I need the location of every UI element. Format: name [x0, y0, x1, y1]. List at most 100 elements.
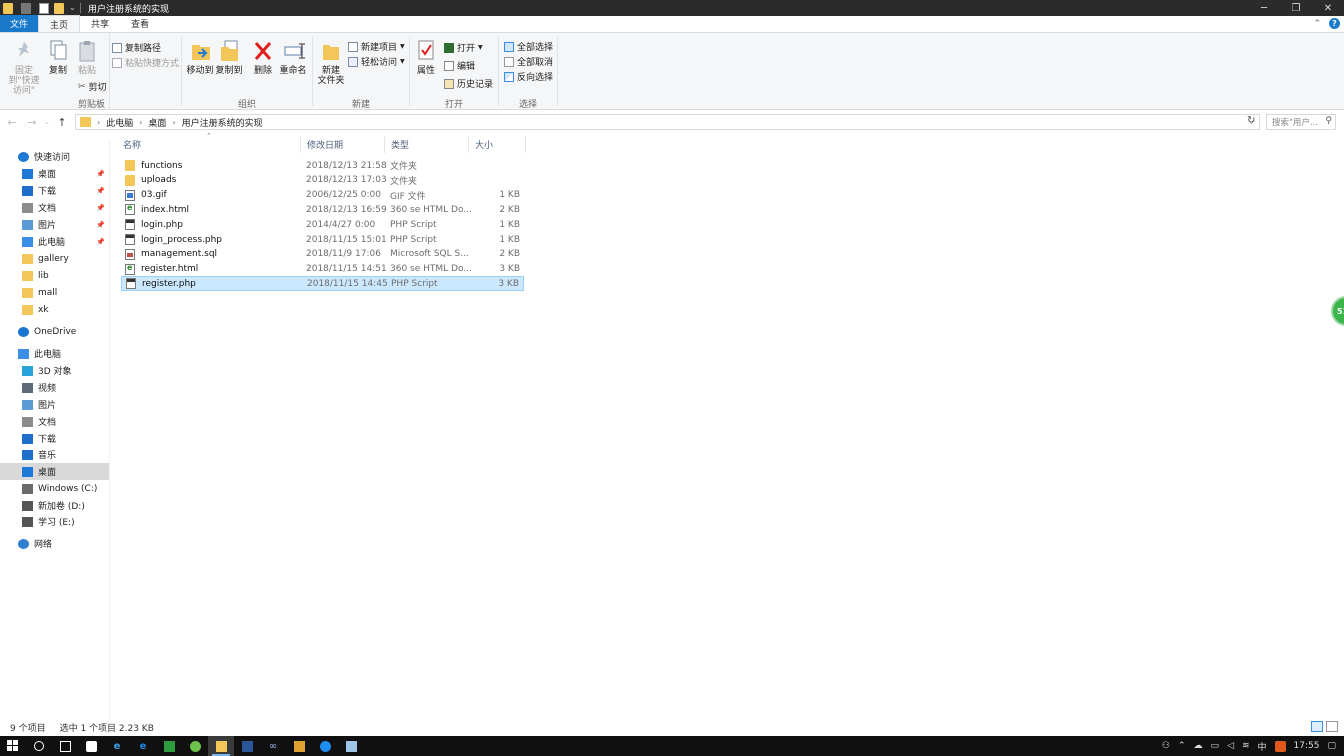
table-row[interactable]: index.html 2018/12/13 16:59360 se HTML Do…	[121, 202, 524, 217]
edge-browser-icon[interactable]: e	[130, 736, 156, 756]
details-view-icon[interactable]	[1311, 721, 1323, 732]
collapse-ribbon-icon[interactable]: ⌃	[1313, 19, 1321, 29]
notepad-icon[interactable]	[338, 736, 364, 756]
column-header-date[interactable]: 修改日期	[302, 136, 385, 153]
copy-to-button[interactable]: 复制到	[214, 39, 244, 76]
qq-browser-icon[interactable]	[312, 736, 338, 756]
history-button[interactable]: 历史记录	[444, 77, 493, 90]
task-view-icon[interactable]	[52, 736, 78, 756]
column-header-type[interactable]: 类型	[386, 136, 469, 153]
browser-360-icon[interactable]	[182, 736, 208, 756]
sidebar-item[interactable]: 网络	[0, 535, 109, 552]
sidebar-item[interactable]: 视频	[0, 379, 109, 396]
recent-locations-button[interactable]: ⌄	[42, 118, 52, 126]
paste-button[interactable]: 粘贴	[72, 39, 102, 76]
table-row[interactable]: register.php 2018/11/15 14:45 PHP Script 3 …	[121, 276, 524, 292]
sogou-ime-icon[interactable]	[1274, 740, 1286, 752]
sidebar-item[interactable]: 图片 📌	[0, 216, 109, 233]
link-app-icon[interactable]: ∞	[260, 736, 286, 756]
sidebar-item[interactable]: xk	[0, 301, 109, 318]
chevron-up-icon[interactable]: ⌃	[1178, 741, 1186, 751]
app-icon[interactable]	[78, 736, 104, 756]
select-none-button[interactable]: 全部取消	[504, 55, 553, 68]
forward-button[interactable]: →	[22, 116, 42, 129]
cloud-tray-icon[interactable]: ☁	[1194, 741, 1203, 751]
column-header-size[interactable]: 大小	[470, 136, 526, 153]
sidebar-item[interactable]: 快速访问	[0, 148, 109, 165]
wifi-icon[interactable]: ≋	[1242, 741, 1250, 751]
sidebar-item[interactable]: 桌面 📌	[0, 165, 109, 182]
word-icon[interactable]	[234, 736, 260, 756]
select-all-button[interactable]: 全部选择	[504, 40, 553, 53]
sidebar-item[interactable]: 此电脑 📌	[0, 233, 109, 250]
move-to-button[interactable]: 移动到	[185, 39, 215, 76]
search-circle-icon[interactable]	[26, 736, 52, 756]
sidebar-item[interactable]: 学习 (E:)	[0, 513, 109, 530]
sidebar-item[interactable]: 此电脑	[0, 345, 109, 362]
dropdown-icon[interactable]: ⌄	[69, 3, 77, 14]
table-row[interactable]: management.sql 2018/11/9 17:06 Microsoft S…	[121, 247, 524, 262]
back-button[interactable]: ←	[2, 116, 22, 129]
breadcrumb-desktop[interactable]: 桌面	[148, 116, 166, 129]
delete-button[interactable]: 删除	[248, 39, 278, 76]
sidebar-item[interactable]: 文档 📌	[0, 199, 109, 216]
easy-access-button[interactable]: 轻松访问 ▼	[348, 55, 405, 68]
edit-button[interactable]: 编辑	[444, 59, 475, 72]
sidebar-item[interactable]: 下载 📌	[0, 182, 109, 199]
ime-indicator[interactable]: 中	[1258, 740, 1267, 753]
sidebar-item[interactable]: 图片	[0, 396, 109, 413]
pin-to-quick-access-button[interactable]: 固定到"快速访问"	[4, 39, 44, 96]
up-button[interactable]: ↑	[52, 116, 72, 129]
sidebar-item[interactable]: 文档	[0, 413, 109, 430]
address-bar[interactable]: › 此电脑 › 桌面 › 用户注册系统的实现 ⌵	[75, 114, 1260, 130]
maximize-button[interactable]: ❐	[1280, 0, 1312, 16]
sidebar-item[interactable]: 3D 对象	[0, 362, 109, 379]
table-row[interactable]: 03.gif 2006/12/25 0:00 GIF 文件 1 KB	[121, 188, 524, 203]
table-row[interactable]: uploads 2018/12/13 17:03 文件夹	[121, 173, 524, 188]
new-item-button[interactable]: 新建项目 ▼	[348, 40, 405, 53]
clock[interactable]: 17:55	[1294, 741, 1320, 751]
minimize-button[interactable]: ─	[1248, 0, 1280, 16]
tab-share[interactable]: 共享	[80, 15, 120, 32]
tab-home[interactable]: 主页	[38, 15, 81, 32]
search-input[interactable]: 搜索"用户... ⚲	[1266, 114, 1336, 130]
battery-icon[interactable]: ▭	[1211, 741, 1220, 751]
cut-button[interactable]: ✂ 剪切	[78, 80, 107, 94]
breadcrumb-current[interactable]: 用户注册系统的实现	[182, 116, 263, 129]
refresh-button[interactable]: ↻	[1247, 115, 1255, 126]
help-icon[interactable]: ?	[1329, 18, 1340, 29]
ie-browser-icon[interactable]: e	[104, 736, 130, 756]
sidebar-item[interactable]: lib	[0, 267, 109, 284]
new-folder-icon[interactable]	[54, 2, 64, 14]
notification-icon[interactable]: ▢	[1327, 741, 1336, 751]
floating-speed-widget[interactable]: 51	[1331, 296, 1344, 326]
image-app-icon[interactable]	[286, 736, 312, 756]
open-button[interactable]: 打开 ▼	[444, 41, 483, 54]
file-explorer-icon[interactable]	[208, 736, 234, 756]
rename-button[interactable]: 重命名	[278, 39, 308, 76]
table-row[interactable]: login.php 2014/4/27 0:00 PHP Script 1 KB	[121, 217, 524, 232]
sidebar-item[interactable]: 桌面	[0, 463, 109, 480]
table-row[interactable]: login_process.php 2018/11/15 15:01 PHP Scr…	[121, 232, 524, 247]
sidebar-item[interactable]: 新加卷 (D:)	[0, 497, 109, 514]
large-icons-view-icon[interactable]	[1326, 721, 1338, 732]
sidebar-item[interactable]: Windows (C:)	[0, 480, 109, 497]
sidebar-item[interactable]: mall	[0, 284, 109, 301]
copy-path-button[interactable]: 复制路径	[112, 41, 161, 54]
volume-icon[interactable]: ◁	[1227, 741, 1234, 751]
sidebar-item[interactable]: OneDrive	[0, 323, 109, 340]
sidebar-item[interactable]: gallery	[0, 250, 109, 267]
close-button[interactable]: ✕	[1312, 0, 1344, 16]
start-button[interactable]	[0, 736, 26, 756]
tab-file[interactable]: 文件	[0, 15, 38, 32]
table-row[interactable]: functions 2018/12/13 21:58 文件夹	[121, 158, 524, 173]
breadcrumb-this-pc[interactable]: 此电脑	[106, 116, 133, 129]
sidebar-item[interactable]: 音乐	[0, 446, 109, 463]
properties-icon[interactable]	[39, 2, 49, 14]
new-folder-button[interactable]: 新建 文件夹	[314, 39, 348, 86]
copy-button[interactable]: 复制	[43, 39, 73, 76]
invert-selection-button[interactable]: 反向选择	[504, 70, 553, 83]
paste-shortcut-button[interactable]: 粘贴快捷方式	[112, 56, 179, 69]
sidebar-item[interactable]: 下载	[0, 430, 109, 447]
person-icon[interactable]: ⚇	[1162, 741, 1170, 751]
